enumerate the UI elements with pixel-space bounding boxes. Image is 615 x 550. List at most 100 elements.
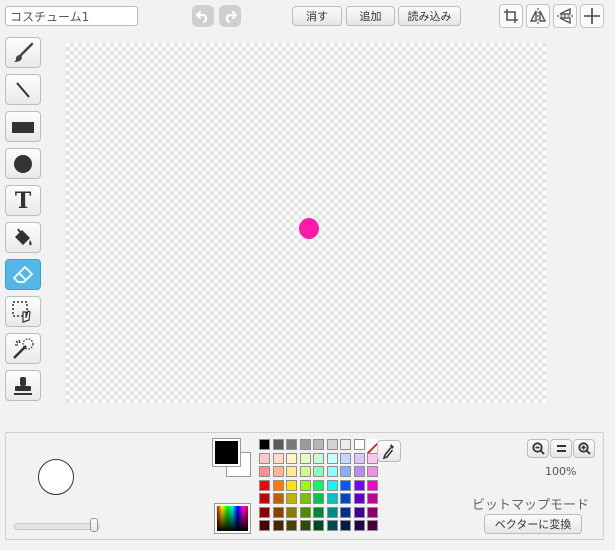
palette-swatch[interactable] — [326, 479, 338, 491]
palette-swatch[interactable] — [286, 493, 297, 504]
palette-swatch[interactable] — [259, 466, 270, 477]
ellipse-tool[interactable] — [5, 148, 41, 179]
palette-swatch[interactable] — [259, 479, 270, 491]
brush-tool[interactable] — [5, 37, 41, 68]
select-tool[interactable] — [5, 296, 41, 327]
redo-button[interactable] — [219, 5, 241, 27]
palette-swatch[interactable] — [326, 493, 338, 504]
palette-swatch[interactable] — [299, 479, 311, 491]
line-icon — [16, 81, 30, 98]
palette-swatch[interactable] — [367, 520, 378, 531]
palette-swatch[interactable] — [367, 493, 378, 504]
palette-swatch[interactable] — [353, 452, 365, 464]
import-button[interactable]: 読み込み — [398, 6, 461, 26]
palette-swatch[interactable] — [326, 506, 338, 518]
brush-size-slider-track[interactable] — [14, 523, 100, 530]
palette-swatch[interactable] — [286, 439, 297, 450]
zoom-out-button[interactable] — [527, 439, 549, 458]
crop-button[interactable] — [499, 4, 523, 28]
convert-to-vector-button[interactable]: ベクターに変換 — [484, 514, 582, 534]
palette-swatch[interactable] — [353, 493, 365, 504]
palette-swatch[interactable] — [313, 479, 324, 491]
palette-swatch[interactable] — [286, 466, 297, 477]
palette-swatch[interactable] — [340, 493, 351, 504]
palette-swatch[interactable] — [299, 466, 311, 477]
rectangle-tool[interactable] — [5, 111, 41, 142]
eyedropper-button[interactable] — [377, 440, 401, 462]
palette-swatch[interactable] — [286, 452, 297, 464]
crop-icon — [504, 9, 518, 23]
line-tool[interactable] — [5, 74, 41, 105]
palette-swatch[interactable] — [340, 520, 351, 531]
palette-swatch[interactable] — [259, 493, 270, 504]
palette-swatch[interactable] — [353, 466, 365, 477]
palette-swatch[interactable] — [340, 479, 351, 491]
palette-swatch[interactable] — [313, 520, 324, 531]
palette-swatch[interactable] — [272, 439, 284, 450]
palette-swatch[interactable] — [272, 466, 284, 477]
palette-swatch[interactable] — [326, 452, 338, 464]
palette-swatch[interactable] — [313, 506, 324, 518]
palette-swatch[interactable] — [353, 520, 365, 531]
palette-swatch[interactable] — [286, 520, 297, 531]
redo-icon — [225, 10, 237, 23]
equals-icon — [556, 445, 566, 452]
palette-swatch[interactable] — [259, 506, 270, 518]
palette-swatch[interactable] — [259, 520, 270, 531]
palette-swatch[interactable] — [367, 506, 378, 518]
palette-swatch[interactable] — [259, 439, 270, 450]
add-button[interactable]: 追加 — [346, 6, 395, 26]
text-icon: T — [14, 187, 32, 214]
stamp-tool[interactable] — [5, 370, 41, 401]
stamp-icon — [14, 376, 32, 395]
palette-swatch[interactable] — [299, 520, 311, 531]
palette-swatch[interactable] — [340, 439, 351, 450]
palette-swatch[interactable] — [313, 439, 324, 450]
palette-swatch[interactable] — [286, 506, 297, 518]
palette-swatch[interactable] — [326, 520, 338, 531]
color-picker-button[interactable] — [214, 503, 251, 534]
brush-icon — [14, 42, 34, 62]
palette-swatch[interactable] — [367, 466, 378, 477]
zoom-in-button[interactable] — [573, 439, 595, 458]
flip-horizontal-button[interactable] — [526, 4, 550, 28]
palette-swatch[interactable] — [299, 439, 311, 450]
palette-swatch[interactable] — [313, 466, 324, 477]
flip-vertical-button[interactable] — [553, 4, 577, 28]
palette-swatch[interactable] — [326, 466, 338, 477]
palette-swatch[interactable] — [353, 439, 365, 450]
eraser-tool[interactable] — [5, 259, 41, 290]
palette-swatch[interactable] — [340, 506, 351, 518]
palette-swatch[interactable] — [272, 493, 284, 504]
bitmap-mode-label: ビットマップモード — [472, 498, 590, 513]
primary-color-swatch[interactable] — [212, 438, 241, 467]
palette-swatch[interactable] — [272, 506, 284, 518]
palette-swatch[interactable] — [259, 452, 270, 464]
palette-swatch[interactable] — [367, 479, 378, 491]
palette-swatch[interactable] — [299, 452, 311, 464]
set-center-button[interactable] — [580, 4, 604, 28]
zoom-reset-button[interactable] — [550, 439, 572, 458]
brush-size-slider-handle[interactable] — [90, 518, 98, 532]
palette-swatch[interactable] — [299, 506, 311, 518]
flip-vertical-icon — [557, 7, 573, 25]
palette-swatch[interactable] — [272, 479, 284, 491]
palette-swatch[interactable] — [272, 520, 284, 531]
magic-wand-tool[interactable] — [5, 333, 41, 364]
text-tool[interactable]: T — [5, 185, 41, 216]
undo-button[interactable] — [192, 5, 214, 27]
brush-size-preview — [38, 459, 74, 495]
palette-swatch[interactable] — [313, 452, 324, 464]
clear-button[interactable]: 消す — [292, 6, 342, 26]
palette-swatch[interactable] — [299, 493, 311, 504]
palette-swatch[interactable] — [353, 506, 365, 518]
palette-swatch[interactable] — [272, 452, 284, 464]
palette-swatch[interactable] — [286, 479, 297, 491]
palette-swatch[interactable] — [326, 439, 338, 450]
palette-swatch[interactable] — [353, 479, 365, 491]
costume-name-input[interactable] — [5, 6, 138, 26]
palette-swatch[interactable] — [313, 493, 324, 504]
palette-swatch[interactable] — [340, 466, 351, 477]
fill-tool[interactable] — [5, 222, 41, 253]
palette-swatch[interactable] — [340, 452, 351, 464]
